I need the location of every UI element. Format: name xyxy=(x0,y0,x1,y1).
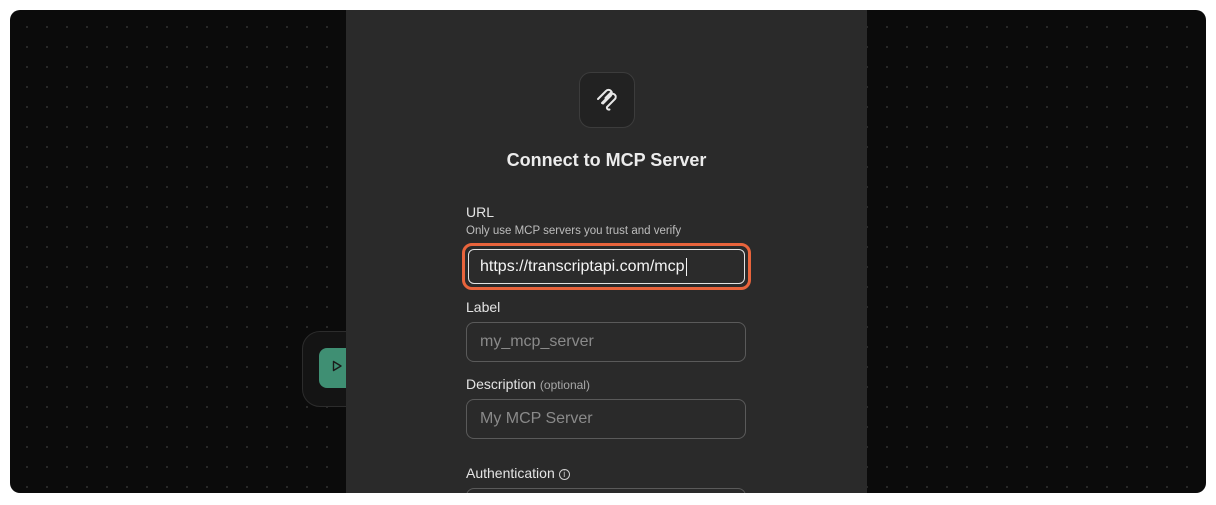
authentication-label: Authentication i xyxy=(466,465,570,481)
text-caret xyxy=(685,257,687,276)
info-icon[interactable]: i xyxy=(558,468,570,480)
label-input[interactable] xyxy=(466,322,746,362)
url-highlight: https://transcriptapi.com/mcp xyxy=(462,243,751,290)
play-icon xyxy=(331,359,343,377)
connect-mcp-modal: Connect to MCP Server URL Only use MCP s… xyxy=(346,10,867,493)
canvas-background: Connect to MCP Server URL Only use MCP s… xyxy=(10,10,1206,493)
authentication-select[interactable] xyxy=(466,488,746,493)
modal-title: Connect to MCP Server xyxy=(506,150,707,170)
authentication-label-text: Authentication xyxy=(466,465,555,481)
description-input[interactable] xyxy=(466,399,746,439)
url-value: https://transcriptapi.com/mcp xyxy=(480,257,685,275)
description-field-label: Description (optional) xyxy=(466,376,590,392)
url-input[interactable]: https://transcriptapi.com/mcp xyxy=(468,249,745,284)
label-field-label: Label xyxy=(466,299,501,315)
optional-tag: (optional) xyxy=(539,378,590,392)
description-label-text: Description xyxy=(466,376,537,392)
url-label: URL xyxy=(466,204,495,220)
url-hint: Only use MCP servers you trust and verif… xyxy=(466,225,682,237)
mcp-logo-icon xyxy=(579,72,635,128)
